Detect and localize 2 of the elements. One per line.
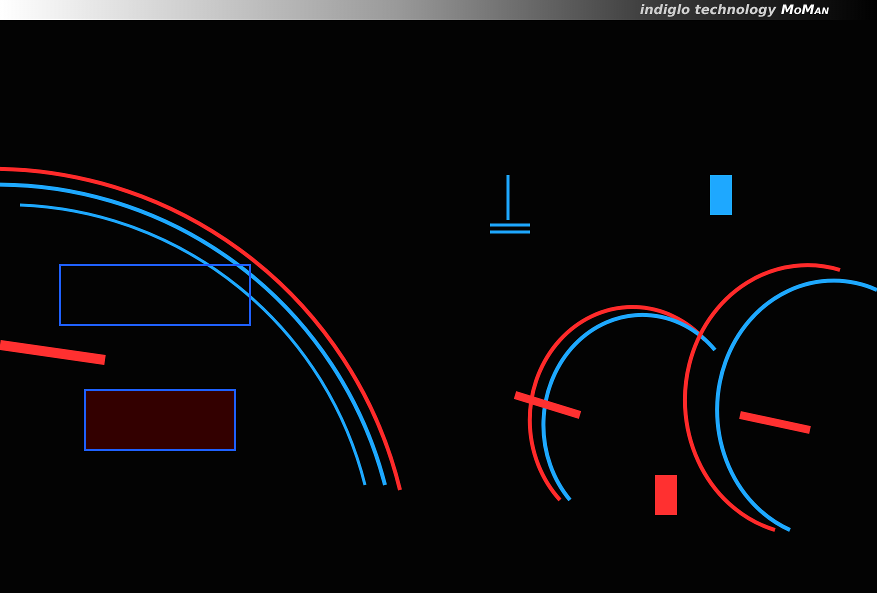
brand-name: MoMan (780, 2, 829, 18)
tagline: indiglo technology (640, 2, 776, 18)
